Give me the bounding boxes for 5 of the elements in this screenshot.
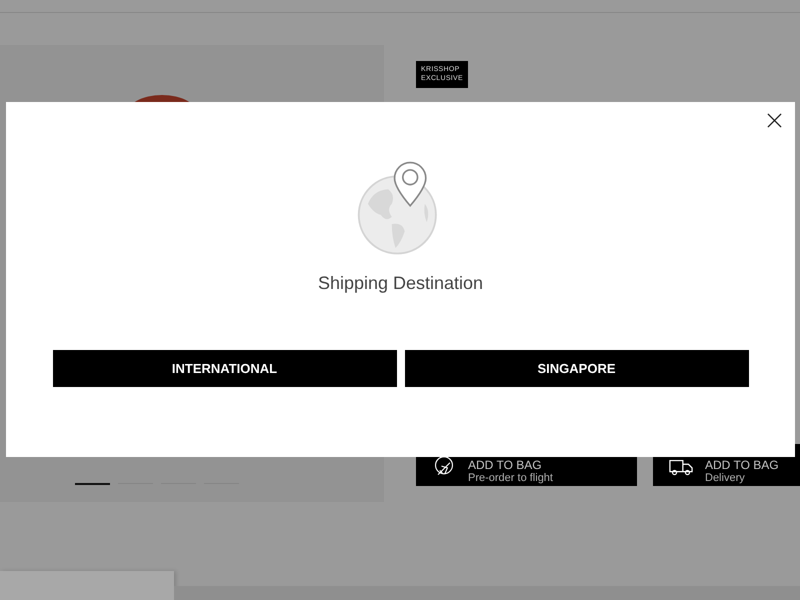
close-icon[interactable] [767,113,782,128]
carousel-indicator[interactable] [75,483,110,485]
destination-button[interactable]: SINGAPORE [404,350,748,387]
destination-button[interactable]: INTERNATIONAL [52,350,396,387]
dialog-title: Shipping Destination [318,273,484,294]
